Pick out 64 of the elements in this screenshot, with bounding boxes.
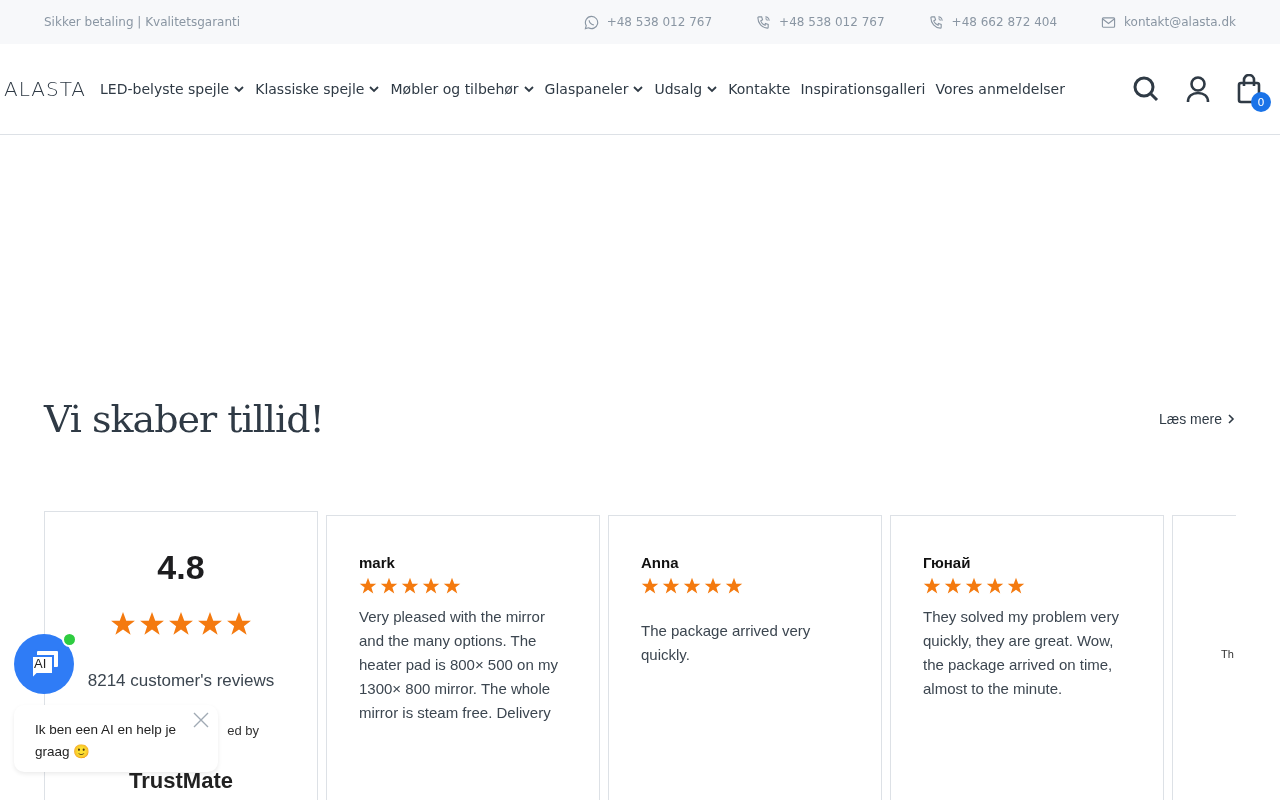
star-icon bbox=[110, 611, 136, 637]
star-icon bbox=[359, 577, 377, 595]
star-icon bbox=[139, 611, 165, 637]
review-text: Very pleased with the mirror and the many options. The heater pad is 800× 500 on my 1300× 800 mirror. The whole mirror is steam free. Delivery bbox=[359, 607, 559, 723]
review-text: The package arrived very quickly. bbox=[641, 621, 812, 665]
nav-link[interactable]: Inspirationsgalleri bbox=[800, 81, 926, 97]
ai-label: AI bbox=[34, 656, 47, 671]
chat-message-text: Ik ben een AI en help je graag 🙂 bbox=[35, 722, 177, 759]
nav-link[interactable]: Glaspaneler bbox=[544, 81, 645, 97]
cart-button[interactable] bbox=[1236, 74, 1262, 104]
search-icon bbox=[1132, 75, 1160, 103]
phone-icon bbox=[756, 14, 772, 30]
search-button[interactable] bbox=[1132, 75, 1160, 103]
star-icon bbox=[986, 577, 1004, 595]
star-icon bbox=[422, 577, 440, 595]
section-title: Vi skaber tillid! bbox=[44, 397, 324, 441]
star-icon bbox=[197, 611, 223, 637]
star-icon bbox=[401, 577, 419, 595]
star-icon bbox=[443, 577, 461, 595]
chevron-down-icon bbox=[632, 83, 645, 95]
reviewer-name: Гюнай bbox=[923, 554, 972, 571]
whatsapp-icon bbox=[583, 14, 599, 30]
close-icon bbox=[192, 711, 210, 729]
cart-count: 0 bbox=[1251, 92, 1271, 112]
star-icon bbox=[944, 577, 962, 595]
star-icon bbox=[380, 577, 398, 595]
chevron-down-icon bbox=[233, 83, 246, 95]
nav-link[interactable]: Møbler og tilbehør bbox=[390, 81, 535, 97]
star-icon bbox=[704, 577, 722, 595]
powered-by-text: ed by bbox=[227, 723, 259, 738]
review-text: Th bbox=[1221, 648, 1235, 660]
chevron-down-icon bbox=[522, 83, 535, 95]
star-icon bbox=[923, 577, 941, 595]
ai-chat-button[interactable]: AI bbox=[14, 634, 74, 694]
shopping-bag-icon bbox=[1236, 74, 1262, 104]
chevron-right-icon bbox=[1226, 414, 1236, 424]
nav-link[interactable]: Klassiske spejle bbox=[255, 81, 381, 97]
star-icon bbox=[725, 577, 743, 595]
star-icon bbox=[662, 577, 680, 595]
review-text: They solved my problem very quickly, they are great. Wow, the package arrived on time, almost to the minute. bbox=[923, 607, 1120, 699]
chevron-down-icon bbox=[706, 83, 719, 95]
logo[interactable]: ALASTA bbox=[4, 77, 86, 101]
star-icon bbox=[226, 611, 252, 637]
review-count: 8214 customer's reviews bbox=[87, 671, 275, 691]
star-icon bbox=[168, 611, 194, 637]
chevron-down-icon bbox=[368, 83, 381, 95]
mail-icon bbox=[1101, 14, 1117, 30]
reviewer-name: mark bbox=[359, 554, 396, 571]
star-icon bbox=[1007, 577, 1025, 595]
nav-link[interactable]: Kontakte bbox=[728, 81, 791, 97]
nav-link[interactable]: Vores anmeldelser bbox=[935, 81, 1065, 97]
star-icon bbox=[641, 577, 659, 595]
nav-link[interactable]: LED-belyste spejle bbox=[100, 81, 246, 97]
nav-link[interactable]: Udsalg bbox=[654, 81, 719, 97]
trustmate-logo: TrustMate bbox=[129, 768, 233, 794]
star-icon bbox=[965, 577, 983, 595]
phone-icon bbox=[928, 14, 944, 30]
account-button[interactable] bbox=[1186, 75, 1210, 103]
read-more-link[interactable]: Læs mere bbox=[1158, 411, 1236, 427]
star-icon bbox=[683, 577, 701, 595]
average-rating: 4.8 bbox=[157, 548, 205, 587]
reviewer-name: Anna bbox=[641, 554, 680, 571]
tagline: Sikker betaling | Kvalitetsgaranti bbox=[44, 15, 241, 29]
user-icon bbox=[1186, 75, 1210, 103]
